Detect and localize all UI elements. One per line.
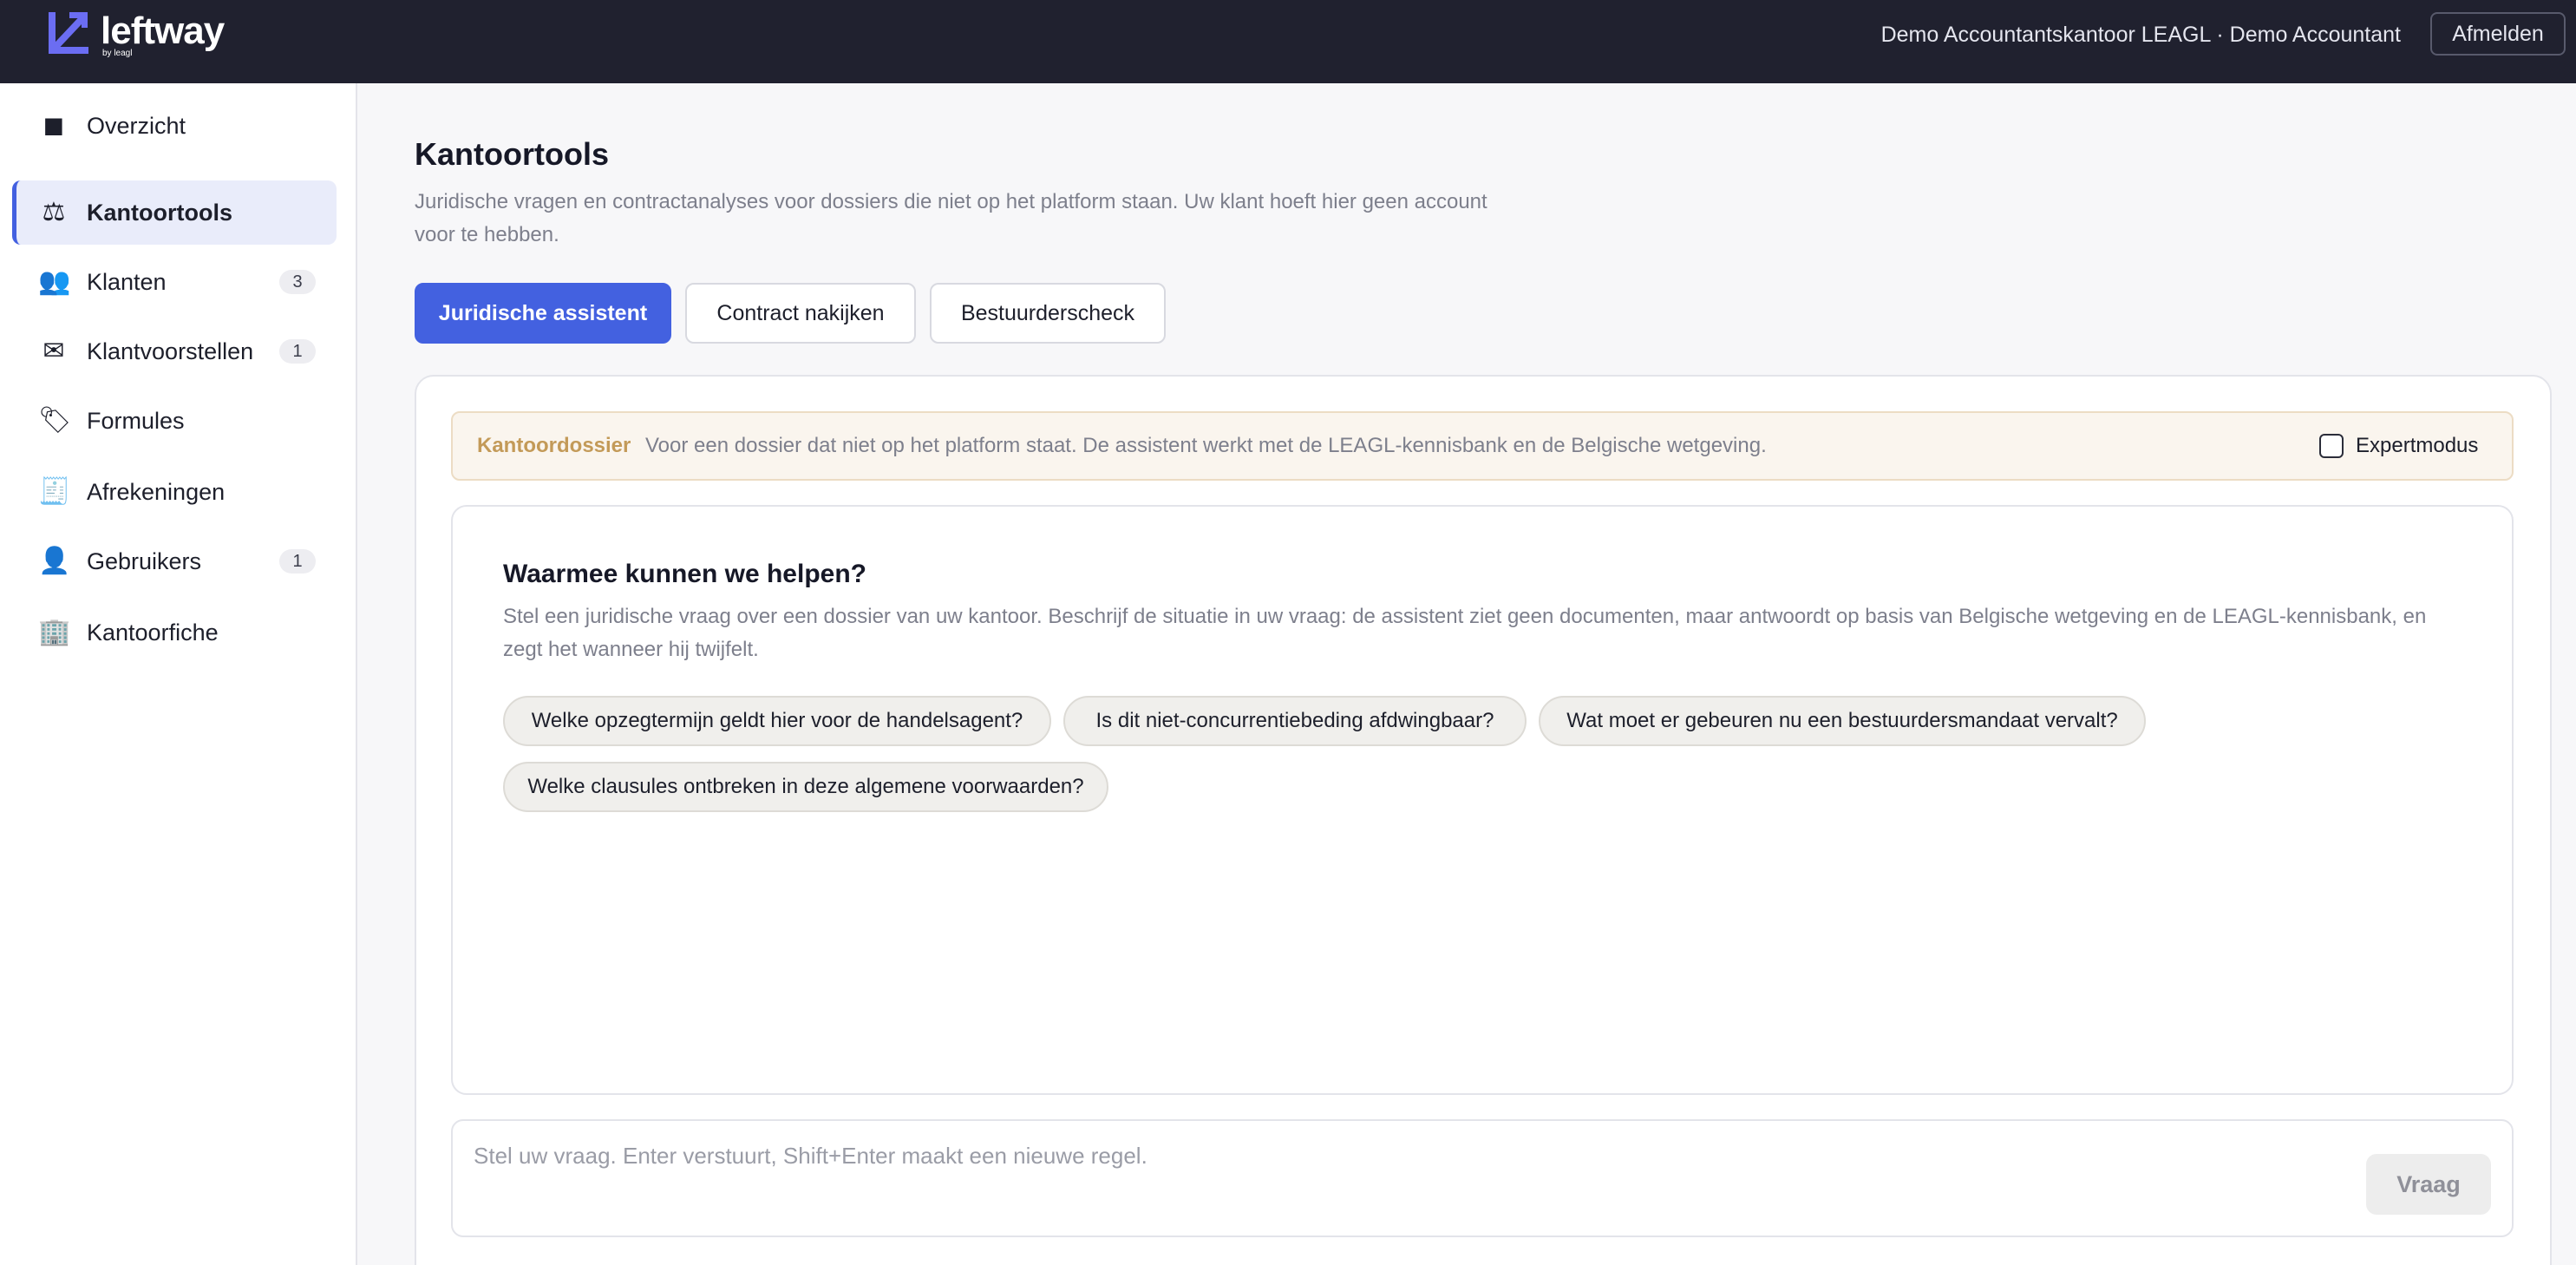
notice-tag: Kantoordossier [477, 434, 631, 457]
sidebar-item-klantvoorstellen[interactable]: ✉ Klantvoorstellen 1 [12, 319, 337, 383]
brand-sub: by leagl [102, 49, 133, 58]
notice-text: Voor een dossier dat niet op het platfor… [645, 434, 1767, 457]
suggestion-chip[interactable]: Wat moet er gebeuren nu een bestuurdersm… [1539, 696, 2146, 746]
page-subtitle: Juridische vragen en contractanalyses vo… [415, 190, 1487, 246]
logo-mark-icon [49, 12, 88, 54]
sidebar-item-afrekeningen[interactable]: 🧾 Afrekeningen [12, 460, 337, 524]
count-badge: 3 [279, 270, 316, 294]
count-badge: 1 [279, 549, 316, 574]
grid-square-icon: ◼ [42, 110, 65, 141]
sidebar-item-gebruikers[interactable]: 👤 Gebruikers 1 [12, 529, 337, 593]
sidebar-item-label: Kantoorfiche [87, 619, 219, 646]
sidebar-item-label: Kantoortools [87, 200, 232, 226]
count-badge: 1 [279, 339, 316, 364]
suggestion-chip[interactable]: Is dit niet-concurrentiebeding afdwingba… [1063, 696, 1527, 746]
sidebar-item-kantoortools[interactable]: ⚖ Kantoortools [12, 180, 337, 245]
sidebar-item-label: Klantvoorstellen [87, 338, 254, 364]
question-input[interactable] [474, 1138, 2208, 1173]
sidebar-item-label: Klanten [87, 269, 167, 295]
brand-name: leftway [101, 10, 225, 52]
tab-juridische-assistent[interactable]: Juridische assistent [415, 283, 671, 344]
sidebar-item-label: Gebruikers [87, 548, 202, 574]
page-title: Kantoortools [415, 136, 609, 172]
composer: Vraag [451, 1119, 2514, 1237]
sidebar-item-label: Formules [87, 408, 185, 434]
send-button[interactable]: Vraag [2366, 1154, 2491, 1215]
expertmodus-toggle[interactable]: Expertmodus [2319, 432, 2478, 460]
user-info: Demo Accountantskantoor LEAGL · Demo Acc… [1880, 23, 2401, 47]
suggestion-chip[interactable]: Welke opzegtermijn geldt hier voor de ha… [503, 696, 1051, 746]
sidebar-item-formules[interactable]: 🏷 Formules [12, 389, 337, 453]
chat-description: Stel een juridische vraag over een dossi… [503, 605, 2427, 661]
user-icon: 👤 [38, 546, 71, 576]
chat-title: Waarmee kunnen we helpen? [503, 560, 866, 588]
top-bar: leftway by leagl Demo Accountantskantoor… [0, 0, 2576, 83]
tab-contract-nakijken[interactable]: Contract nakijken [685, 283, 916, 344]
sidebar-item-klanten[interactable]: 👥 Klanten 3 [12, 250, 337, 314]
sidebar: ◼ Overzicht ⚖ Kantoortools 👥 Klanten 3 ✉ Klantvo… [0, 83, 357, 1265]
logout-button[interactable]: Afmelden [2430, 12, 2566, 56]
sidebar-item-kantoorfiche[interactable]: 🏢 Kantoorfiche [12, 600, 337, 665]
sidebar-item-overzicht[interactable]: ◼ Overzicht [12, 94, 337, 158]
sidebar-item-label: Overzicht [87, 113, 186, 139]
scales-icon: ⚖ [42, 197, 66, 227]
people-icon: 👥 [38, 266, 71, 297]
leftway-logo[interactable]: leftway by leagl [49, 10, 225, 59]
receipt-icon: 🧾 [38, 476, 71, 507]
envelope-icon: ✉ [42, 336, 65, 366]
suggestion-chip[interactable]: Welke clausules ontbreken in deze algeme… [503, 762, 1108, 812]
tab-bestuurderscheck[interactable]: Bestuurderscheck [930, 283, 1166, 344]
expertmodus-label: Expertmodus [2356, 434, 2479, 457]
sidebar-item-label: Afrekeningen [87, 479, 226, 505]
tag-icon: 🏷 [38, 405, 72, 436]
building-icon: 🏢 [38, 617, 71, 647]
chat-area: Waarmee kunnen we helpen? Stel een jurid… [451, 505, 2514, 1095]
logo-wordmark: leftway by leagl [101, 10, 225, 59]
kantoordossier-notice: Kantoordossier Voor een dossier dat niet… [451, 411, 2514, 481]
expertmodus-checkbox[interactable] [2319, 434, 2344, 458]
